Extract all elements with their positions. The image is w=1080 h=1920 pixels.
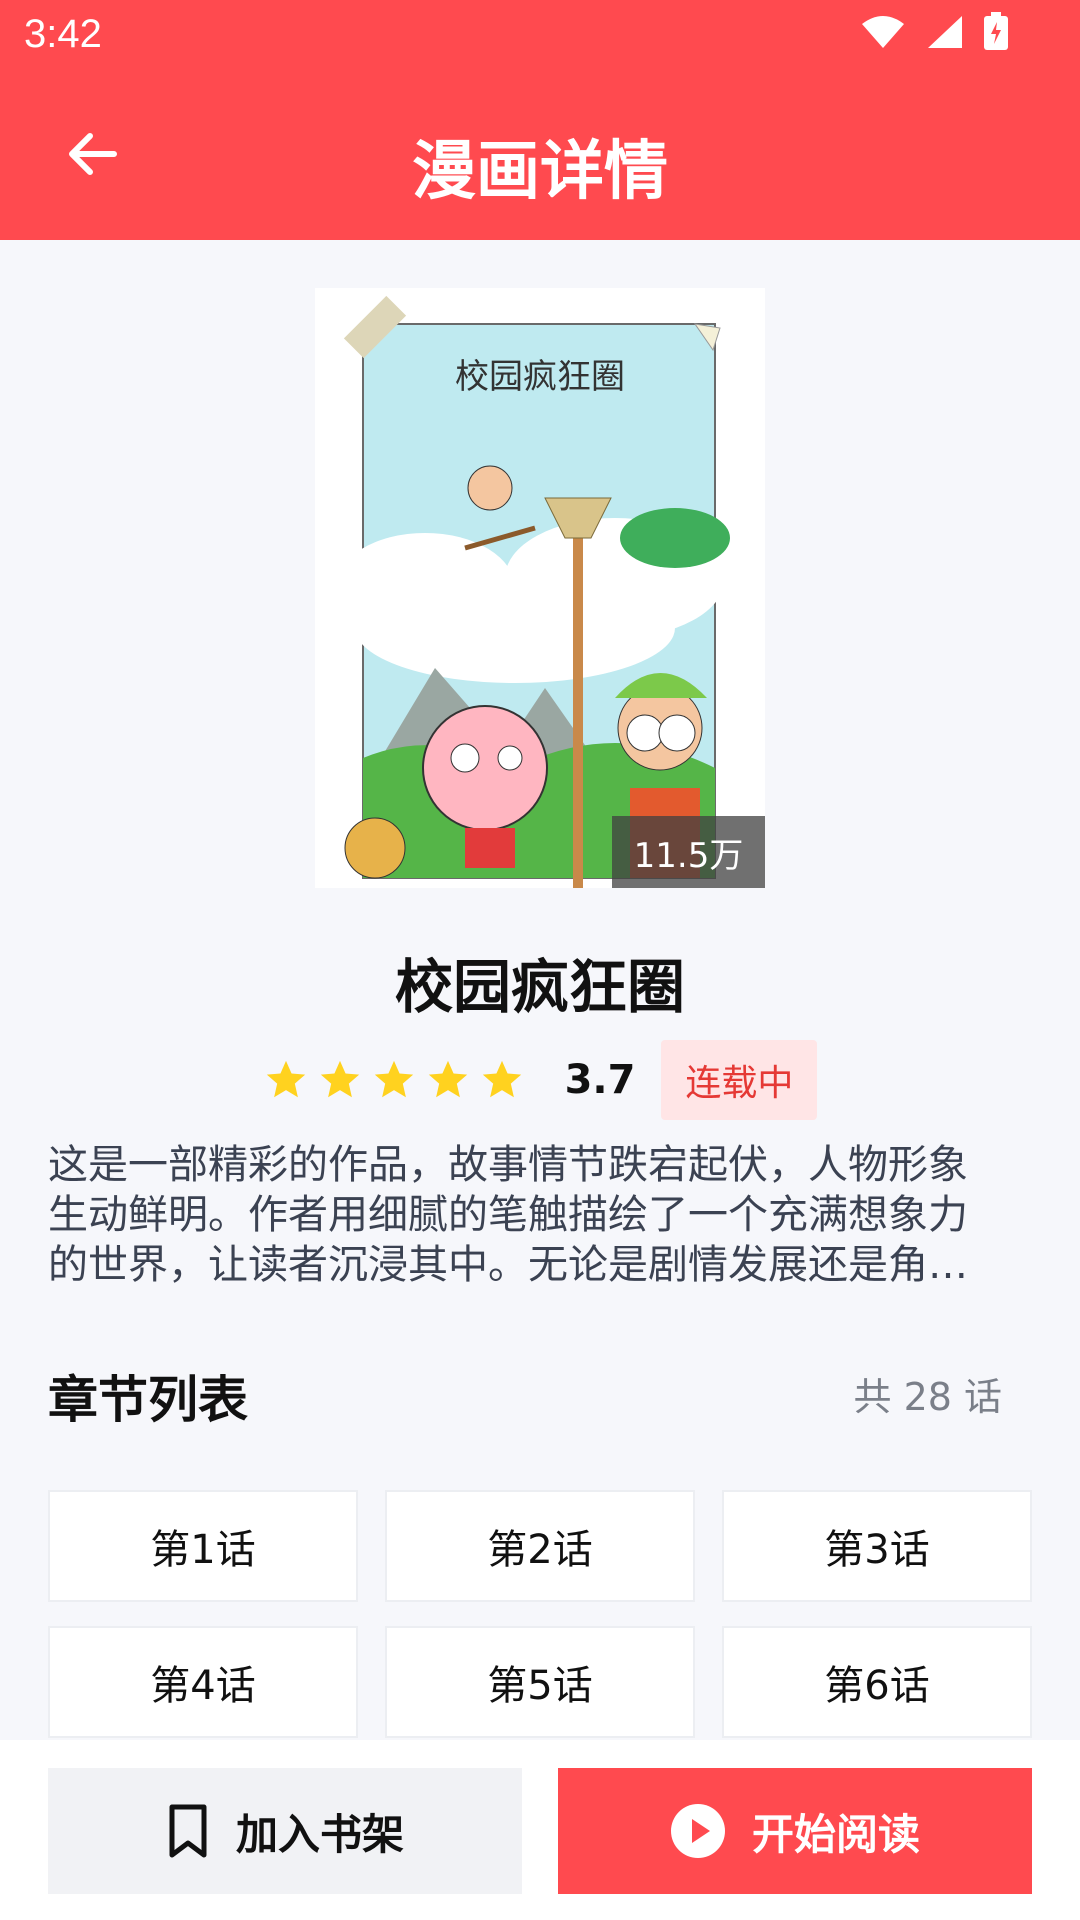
view-count-badge: 11.5万 xyxy=(612,816,765,888)
chapter-item[interactable]: 第6话 xyxy=(722,1626,1032,1738)
chapter-item[interactable]: 第1话 xyxy=(48,1490,358,1602)
star-rating xyxy=(263,1057,525,1103)
description-line: 的世界，让读者沉浸其中。无论是剧情发展还是角… xyxy=(48,1242,968,1288)
page-title: 漫画详情 xyxy=(412,135,668,209)
chapter-grid: 第1话 第2话 第3话 第4话 第5话 第6话 xyxy=(48,1490,1032,1738)
status-badge: 连载中 xyxy=(661,1040,818,1120)
chapter-item[interactable]: 第5话 xyxy=(385,1626,695,1738)
start-reading-button[interactable]: 开始阅读 xyxy=(558,1768,1032,1894)
status-time: 3:42 xyxy=(24,12,102,56)
chapter-item[interactable]: 第3话 xyxy=(722,1490,1032,1602)
add-to-shelf-label: 加入书架 xyxy=(235,1809,404,1859)
cover-title-text: 校园疯狂圈 xyxy=(455,357,625,397)
chapter-list-heading: 章节列表 xyxy=(48,1371,248,1429)
chapter-item[interactable]: 第4话 xyxy=(48,1626,358,1738)
star-icon xyxy=(374,1060,413,1098)
description-line: 这是一部精彩的作品，故事情节跌宕起伏，人物形象 xyxy=(48,1142,968,1188)
start-reading-label: 开始阅读 xyxy=(751,1809,920,1859)
rating-value: 3.7 xyxy=(564,1057,636,1103)
comic-description: 这是一部精彩的作品，故事情节跌宕起伏，人物形象 生动鲜明。作者用细腻的笔触描绘了… xyxy=(48,1140,1018,1290)
battery-icon xyxy=(984,12,1008,50)
add-to-shelf-button[interactable]: 加入书架 xyxy=(48,1768,522,1894)
comic-title: 校园疯狂圈 xyxy=(394,953,685,1021)
status-bar: 3:42 xyxy=(0,0,1080,72)
comic-detail-content: 校园疯狂圈 11.5万 校园疯狂圈 3.7 连载中 这是一部精彩的作品，故事情节… xyxy=(0,240,1080,1740)
star-icon xyxy=(266,1060,305,1098)
signal-icon xyxy=(928,16,962,48)
play-circle-icon xyxy=(670,1804,725,1858)
chapter-section-header: 章节列表 共 28 话 xyxy=(48,1360,1018,1432)
bottom-action-bar: 加入书架 开始阅读 xyxy=(0,1740,1080,1920)
description-line: 生动鲜明。作者用细腻的笔触描绘了一个充满想象力 xyxy=(48,1192,968,1238)
status-icons xyxy=(860,12,1010,52)
star-icon xyxy=(428,1060,467,1098)
chapter-count: 共 28 话 xyxy=(853,1375,1002,1419)
star-icon xyxy=(482,1060,521,1098)
star-icon xyxy=(320,1060,359,1098)
chapter-item[interactable]: 第2话 xyxy=(385,1490,695,1602)
rating-row: 3.7 连载中 xyxy=(0,1040,1080,1120)
app-bar: 漫画详情 xyxy=(0,72,1080,240)
comic-cover: 校园疯狂圈 11.5万 xyxy=(315,288,765,888)
bookmark-icon xyxy=(169,1804,207,1858)
cover-illustration: 校园疯狂圈 xyxy=(315,288,765,888)
wifi-icon xyxy=(862,16,904,48)
